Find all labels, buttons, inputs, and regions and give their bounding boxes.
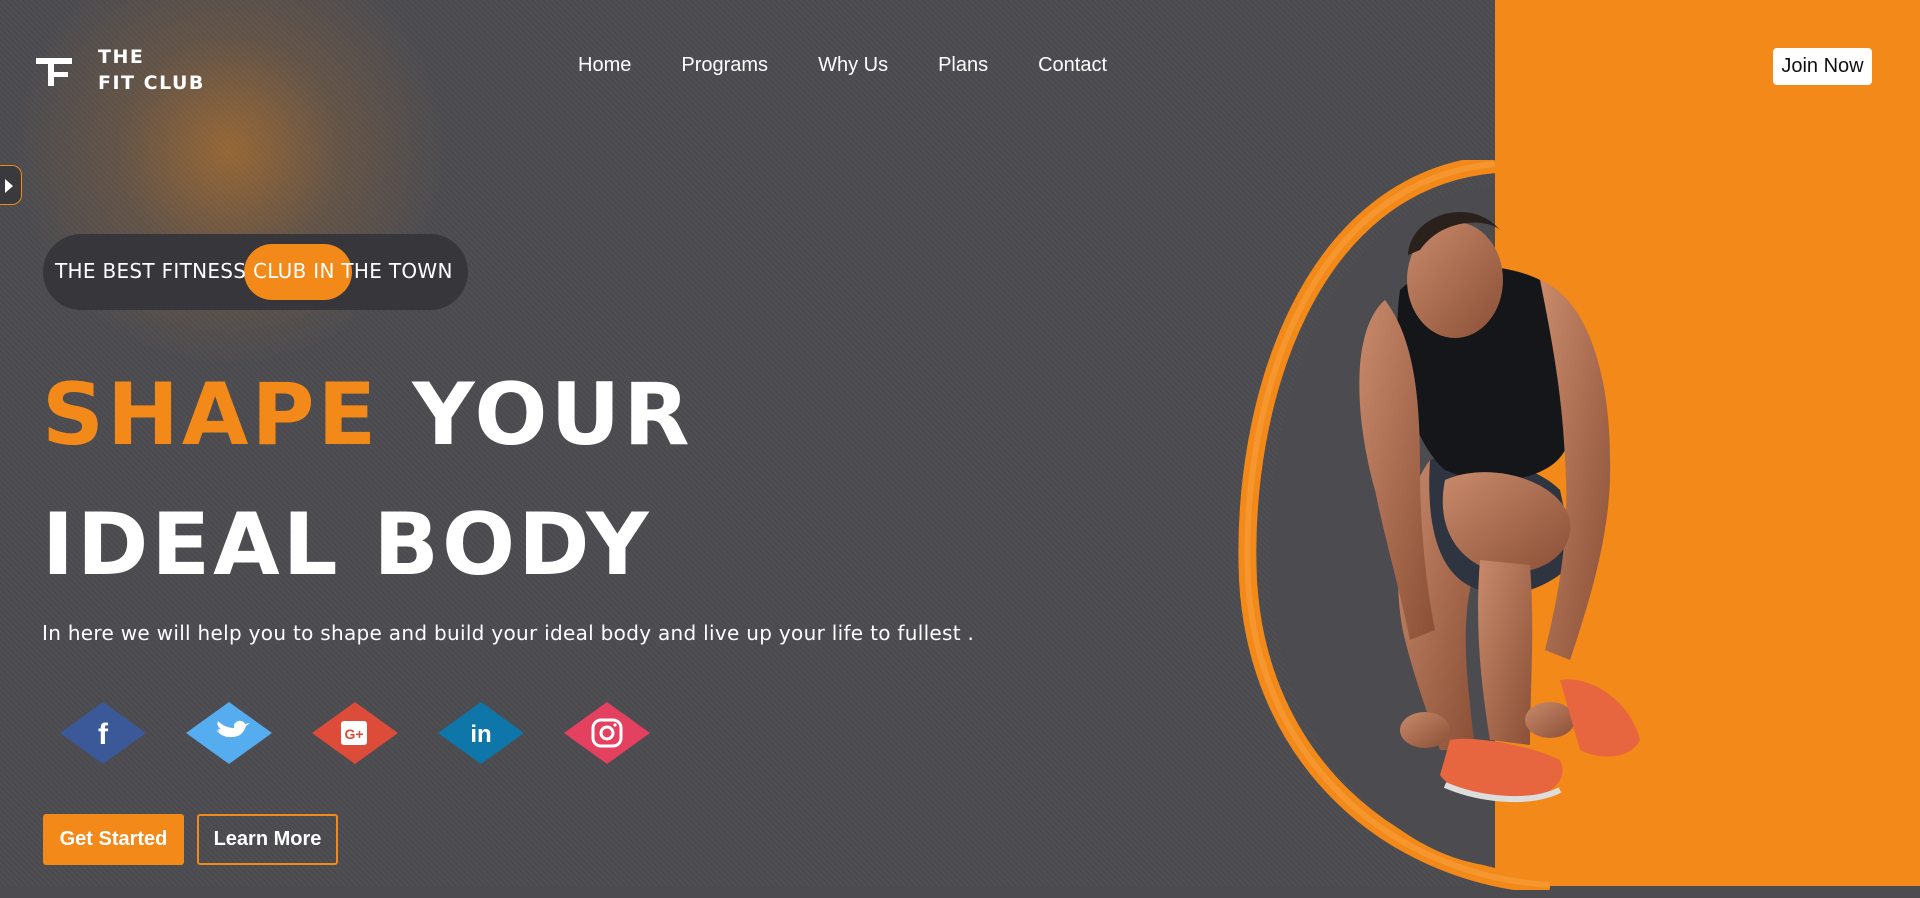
logo-line2: FIT CLUB [98,72,205,94]
logo-icon [36,52,72,88]
headline-line2: IDEAL BODY [42,495,652,595]
headline-word: YOUR [412,365,693,465]
nav-home[interactable]: Home [578,54,631,77]
logo-text: THE FIT CLUB [98,44,205,96]
linkedin-icon[interactable]: in [436,700,526,766]
nav-programs[interactable]: Programs [681,54,768,77]
nav-plans[interactable]: Plans [938,54,988,77]
hero-description: In here we will help you to shape and bu… [42,621,975,645]
logo[interactable]: THE FIT CLUB [36,44,205,96]
hero-image [1230,155,1730,894]
headline-line1: SHAPE YOUR [42,350,693,480]
svg-text:in: in [470,721,491,748]
main-nav: Home Programs Why Us Plans Contact [578,54,1107,77]
sidebar-toggle-icon[interactable] [0,165,22,205]
social-links: f G+ in [58,700,652,766]
svg-text:G+: G+ [344,726,363,742]
twitter-icon[interactable] [184,700,274,766]
hero-headline: SHAPE YOUR IDEAL BODY [42,350,693,610]
facebook-icon[interactable]: f [58,700,148,766]
learn-more-button[interactable]: Learn More [197,814,338,865]
google-plus-icon[interactable]: G+ [310,700,400,766]
tagline-text: THE BEST FITNESS CLUB IN THE TOWN [55,259,453,283]
join-now-button[interactable]: Join Now [1773,48,1872,85]
logo-line1: THE [98,46,145,68]
nav-contact[interactable]: Contact [1038,54,1107,77]
nav-why-us[interactable]: Why Us [818,54,888,77]
headline-accent-word: SHAPE [42,365,380,465]
svg-text:f: f [98,718,109,751]
instagram-icon[interactable] [562,700,652,766]
get-started-button[interactable]: Get Started [43,814,184,865]
